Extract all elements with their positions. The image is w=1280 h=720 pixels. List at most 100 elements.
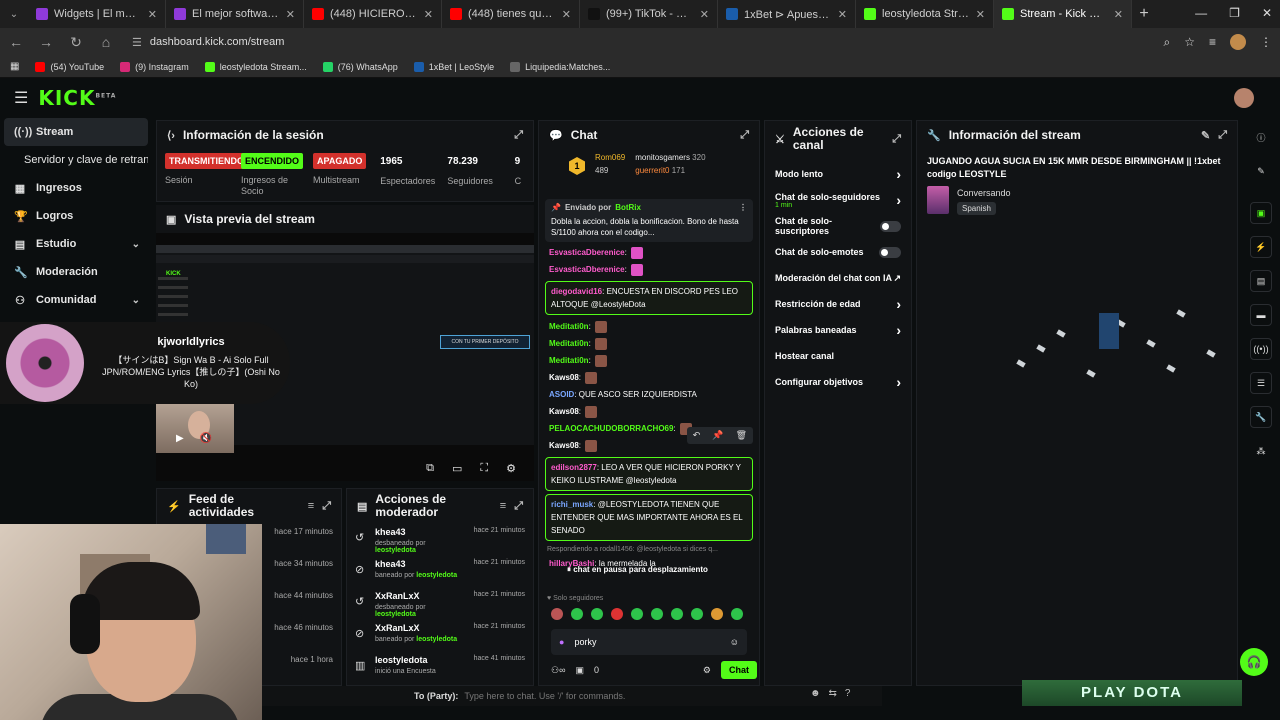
new-tab-button[interactable]: +	[1132, 5, 1156, 23]
chat-settings-icon[interactable]: ⚙	[703, 665, 711, 676]
mod-filter-icon[interactable]: ≡	[500, 500, 506, 512]
kick-logo[interactable]: KICKBETA	[38, 86, 116, 110]
channel-action-item[interactable]: Chat de solo-suscriptores	[765, 213, 911, 239]
translate-icon[interactable]: ⇆	[829, 688, 837, 699]
chat-username[interactable]: Kaws08	[549, 407, 579, 416]
pencil-icon[interactable]: ✎	[1250, 160, 1272, 182]
channel-action-item[interactable]: Chat de solo-seguidores 1 min ›	[765, 187, 911, 213]
top-user-2[interactable]: monitosgamers	[635, 153, 690, 162]
users-icon[interactable]: ⚇∞	[551, 665, 565, 676]
tab-close-icon[interactable]: ✕	[562, 8, 571, 21]
mod-action-by[interactable]: leostyledota	[375, 547, 416, 554]
top-user-1[interactable]: Rom069	[595, 153, 625, 162]
mod-popout-icon[interactable]: ⤢	[514, 500, 523, 513]
mod-target-user[interactable]: khea43	[375, 527, 461, 537]
channel-action-item[interactable]: Configurar objetivos ›	[765, 369, 911, 395]
reply-icon[interactable]: ↶	[693, 430, 701, 441]
delete-icon[interactable]: 🗑	[736, 430, 747, 441]
help-icon[interactable]: ?	[845, 688, 851, 699]
stream-info-popout-icon[interactable]: ⤢	[1218, 129, 1227, 142]
emote-icon[interactable]	[591, 608, 603, 620]
sidebar-item-ingresos[interactable]: ▦ Ingresos	[4, 174, 148, 202]
party-chat-bar[interactable]: To (Party): Type here to chat. Use '/' f…	[262, 686, 882, 706]
emoji-wheel-icon[interactable]: ☻	[810, 688, 821, 699]
tools-icon[interactable]: 🔧	[1250, 406, 1272, 428]
edit-icon[interactable]: ✎	[1201, 129, 1210, 142]
emote-icon[interactable]	[691, 608, 703, 620]
play-dota-button[interactable]: PLAY DOTA	[1022, 680, 1242, 706]
theater-icon[interactable]: ▭	[452, 462, 462, 475]
toggle-switch[interactable]	[879, 246, 901, 258]
extensions-icon[interactable]: ≡	[1209, 35, 1216, 49]
chevron-down-icon[interactable]: ⌄	[132, 239, 140, 250]
frame-icon[interactable]: ▣	[1250, 202, 1272, 224]
sidebar-item-servidor[interactable]: Servidor y clave de retransmisión	[4, 146, 148, 174]
chat-mention[interactable]: @LeostyleDota	[591, 300, 646, 309]
browser-tab[interactable]: Widgets | El mejor software ✕	[28, 0, 166, 28]
chat-message[interactable]: ASOID: QUE ASCO SER IZQUIERDISTA	[545, 386, 753, 403]
mute-icon[interactable]: 🔇	[200, 433, 212, 444]
chat-message[interactable]: Meditati0n:	[545, 352, 753, 369]
browser-tab[interactable]: leostyledota Stream - Wa ✕	[856, 0, 994, 28]
chevron-right-icon[interactable]: ›	[896, 322, 901, 338]
chat-input[interactable]: ● porky ☺	[551, 629, 747, 655]
play-icon[interactable]: ▶	[176, 433, 184, 444]
mic-icon[interactable]: ●	[559, 637, 564, 647]
chat-username[interactable]: edilson2877	[551, 463, 597, 472]
channel-popout-icon[interactable]: ⤢	[892, 133, 901, 146]
bookmark-item[interactable]: 1xBet | LeoStyle	[413, 61, 494, 72]
chat-paused-notice[interactable]: ⏸ chat en pausa para desplazamiento	[567, 565, 708, 575]
channel-action-item[interactable]: Palabras baneadas ›	[765, 317, 911, 343]
channel-action-item[interactable]: Hostear canal	[765, 343, 911, 369]
chat-username[interactable]: EsvasticaDberenice	[549, 265, 625, 274]
share-icon[interactable]: ⁂	[1250, 440, 1272, 462]
mod-target-user[interactable]: XxRanLxX	[375, 623, 461, 633]
sidebar-item-comunidad[interactable]: ⚇ Comunidad ⌄	[4, 286, 148, 314]
mod-action-by[interactable]: leostyledota	[416, 636, 457, 643]
url-field[interactable]: ☰ dashboard.kick.com/stream	[128, 31, 1149, 53]
toggle-switch[interactable]	[880, 220, 901, 232]
maximize-icon[interactable]: ❐	[1229, 6, 1240, 20]
chat-popout-icon[interactable]: ⤢	[740, 129, 749, 142]
support-headset-icon[interactable]: 🎧	[1240, 648, 1268, 676]
chat-message[interactable]: EsvasticaDberenice:	[545, 244, 753, 261]
feed-popout-icon[interactable]: ⤢	[322, 500, 331, 513]
browser-tab[interactable]: El mejor software para po ✕	[166, 0, 304, 28]
chevron-down-icon[interactable]: ⌄	[132, 295, 140, 306]
tab-close-icon[interactable]: ✕	[286, 8, 295, 21]
list-icon[interactable]: ☰	[1250, 372, 1272, 394]
bookmark-item[interactable]: (9) Instagram	[120, 61, 189, 72]
chat-message[interactable]: diegodavid16: ENCUESTA EN DISCORD PES LE…	[545, 281, 753, 316]
chevron-right-icon[interactable]: ›	[896, 192, 901, 208]
tab-close-icon[interactable]: ✕	[1114, 8, 1123, 21]
chat-message[interactable]: richi_musk: @LEOSTYLEDOTA TIENEN QUE ENT…	[545, 494, 753, 542]
bookmark-item[interactable]: (76) WhatsApp	[322, 61, 398, 72]
emote-icon[interactable]	[731, 608, 743, 620]
bookmark-item[interactable]: leostyledota Stream...	[204, 61, 307, 72]
emote-icon[interactable]	[551, 608, 563, 620]
chat-message[interactable]: Kaws08:	[545, 403, 753, 420]
chat-username[interactable]: diegodavid16	[551, 287, 602, 296]
bookmark-star-icon[interactable]: ☆	[1184, 35, 1195, 49]
channel-action-item[interactable]: Restricción de edad ›	[765, 291, 911, 317]
zoom-icon[interactable]: ⌕	[1163, 35, 1170, 50]
emote-icon[interactable]	[651, 608, 663, 620]
site-info-icon[interactable]: ☰	[132, 36, 142, 49]
forward-icon[interactable]: →	[38, 34, 54, 50]
tab-close-icon[interactable]: ✕	[838, 8, 847, 21]
chat-message[interactable]: edilson2877: LEO A VER QUE HICIERON PORK…	[545, 457, 753, 492]
chat-username[interactable]: EsvasticaDberenice	[549, 248, 625, 257]
doc-icon[interactable]: ▤	[1250, 270, 1272, 292]
feed-filter-icon[interactable]: ≡	[308, 500, 314, 512]
lightning-icon[interactable]: ⚡	[1250, 236, 1272, 258]
bookmark-item[interactable]: Liquipedia:Matches...	[510, 61, 610, 72]
back-icon[interactable]: ←	[8, 34, 24, 50]
bookmark-item[interactable]: (54) YouTube	[35, 61, 104, 72]
mod-action-by[interactable]: leostyledota	[375, 611, 416, 618]
pip-icon[interactable]: ⧉	[426, 462, 434, 475]
close-window-icon[interactable]: ✕	[1262, 6, 1272, 20]
chat-username[interactable]: Meditati0n	[549, 322, 589, 331]
channel-action-item[interactable]: Modo lento ›	[765, 161, 911, 187]
user-avatar[interactable]	[1234, 88, 1254, 108]
browser-menu-icon[interactable]: ⋮	[1260, 35, 1272, 49]
